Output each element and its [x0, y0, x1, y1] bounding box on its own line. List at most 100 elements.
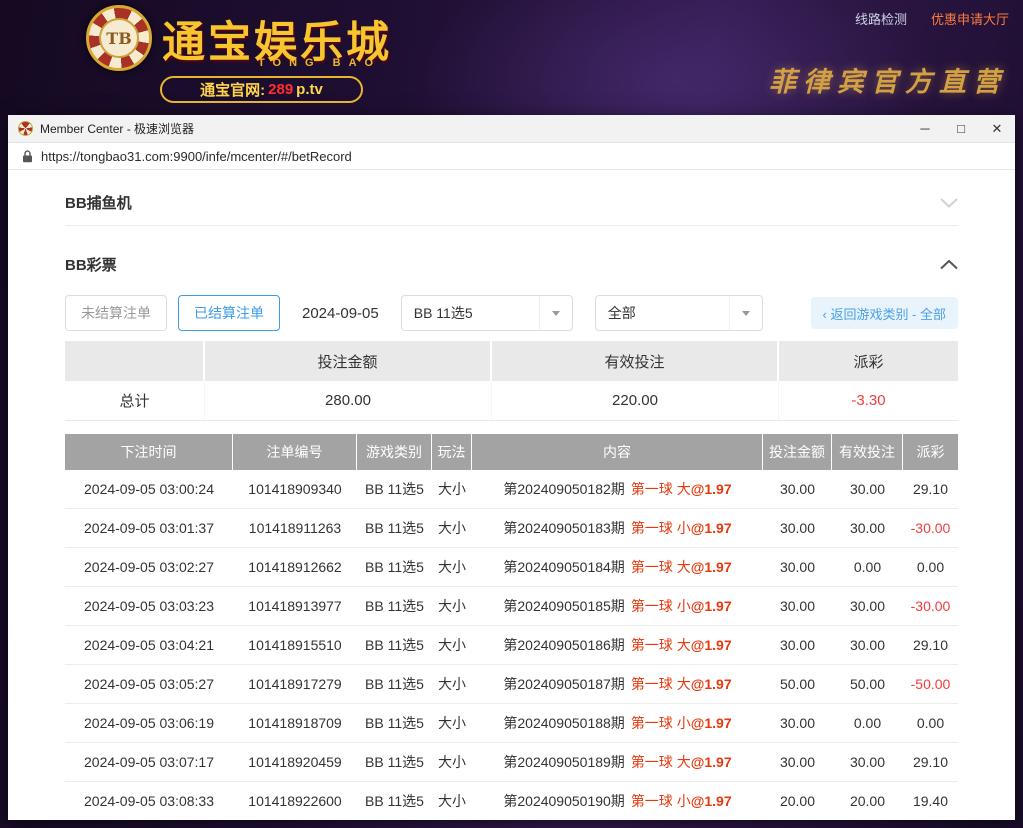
content-period: 第202409050186期: [503, 635, 624, 655]
cell-order-no: 101418922600: [233, 782, 357, 820]
lock-icon: [22, 150, 33, 163]
cell-order-no: 101418917279: [233, 665, 357, 703]
banner-slogan: 菲律宾官方直营: [769, 60, 1007, 99]
header-bet-time: 下注时间: [65, 434, 233, 470]
cell-content: 第202409050187期第一球 大@1.97: [472, 665, 763, 703]
cell-time: 2024-09-05 03:07:17: [65, 743, 233, 781]
cell-bet-amount: 30.00: [763, 743, 832, 781]
cell-valid-bet: 0.00: [832, 548, 903, 586]
cell-order-no: 101418912662: [233, 548, 357, 586]
cell-payout: 29.10: [903, 470, 958, 508]
cell-payout: 29.10: [903, 743, 958, 781]
cell-payout: 29.10: [903, 626, 958, 664]
table-row: 2024-09-05 03:07:17 101418920459 BB 11选5…: [65, 743, 958, 782]
header-valid-bet: 有效投注: [832, 434, 903, 470]
table-row: 2024-09-05 03:00:24 101418909340 BB 11选5…: [65, 470, 958, 509]
cell-game: BB 11选5: [357, 626, 432, 664]
minimize-button[interactable]: ─: [907, 115, 943, 143]
header-content: 内容: [472, 434, 763, 470]
content-pick: 第一球 大: [631, 674, 691, 694]
content-odds: @1.97: [691, 754, 732, 770]
maximize-button[interactable]: □: [943, 115, 979, 143]
cell-play: 大小: [432, 626, 472, 664]
cell-bet-amount: 30.00: [763, 470, 832, 508]
cell-order-no: 101418911263: [233, 509, 357, 547]
content-odds: @1.97: [691, 715, 732, 731]
summary-bet-amount: 280.00: [205, 381, 492, 421]
cell-game: BB 11选5: [357, 509, 432, 547]
cell-valid-bet: 30.00: [832, 470, 903, 508]
chevron-down-icon: [742, 311, 750, 316]
content-period: 第202409050183期: [503, 518, 624, 538]
cell-order-no: 101418918709: [233, 704, 357, 742]
section-lottery-header[interactable]: BB彩票: [65, 254, 958, 275]
banner-links: 线路检测 优惠申请大厅: [855, 9, 1009, 28]
cell-payout: 0.00: [903, 548, 958, 586]
game-select[interactable]: BB 11选5: [401, 295, 573, 331]
summary-payout: -3.30: [779, 381, 958, 421]
cell-payout: 0.00: [903, 704, 958, 742]
header-order-no: 注单编号: [233, 434, 357, 470]
cell-game: BB 11选5: [357, 704, 432, 742]
content-period: 第202409050189期: [503, 752, 624, 772]
cell-content: 第202409050190期第一球 小@1.97: [472, 782, 763, 820]
game-select-arrow: [539, 296, 572, 330]
cell-valid-bet: 30.00: [832, 587, 903, 625]
site-banner: TB 通宝娱乐城 TONG BAO 通宝官网: 289 p.tv 线路检测 优惠…: [0, 0, 1023, 115]
content-pick: 第一球 小: [631, 713, 691, 733]
content-pick: 第一球 大: [631, 635, 691, 655]
section-lottery-label: BB彩票: [65, 254, 117, 275]
link-line-check[interactable]: 线路检测: [855, 9, 907, 28]
cell-valid-bet: 20.00: [832, 782, 903, 820]
cell-order-no: 101418915510: [233, 626, 357, 664]
cell-order-no: 101418913977: [233, 587, 357, 625]
cell-time: 2024-09-05 03:06:19: [65, 704, 233, 742]
cell-time: 2024-09-05 03:03:23: [65, 587, 233, 625]
section-fishing-header[interactable]: BB捕鱼机: [65, 180, 958, 226]
cell-content: 第202409050182期第一球 大@1.97: [472, 470, 763, 508]
address-bar: https://tongbao31.com:9900/infe/mcenter/…: [8, 143, 1015, 170]
summary-total-label: 总计: [65, 381, 205, 421]
settled-bets-button[interactable]: 已结算注单: [178, 295, 280, 331]
cell-time: 2024-09-05 03:01:37: [65, 509, 233, 547]
cell-payout: -30.00: [903, 509, 958, 547]
close-button[interactable]: ✕: [979, 115, 1015, 143]
unsettled-bets-button[interactable]: 未结算注单: [65, 295, 167, 331]
section-fishing-label: BB捕鱼机: [65, 192, 132, 213]
cell-valid-bet: 30.00: [832, 509, 903, 547]
cell-time: 2024-09-05 03:08:33: [65, 782, 233, 820]
header-game-category: 游戏类别: [357, 434, 432, 470]
type-select[interactable]: 全部: [595, 295, 763, 331]
cell-bet-amount: 30.00: [763, 626, 832, 664]
cell-play: 大小: [432, 470, 472, 508]
link-promo-hall[interactable]: 优惠申请大厅: [931, 9, 1009, 28]
summary-valid-bet: 220.00: [492, 381, 779, 421]
bet-table-header: 下注时间 注单编号 游戏类别 玩法 内容 投注金额 有效投注 派彩: [65, 434, 958, 470]
cell-content: 第202409050183期第一球 小@1.97: [472, 509, 763, 547]
content-odds: @1.97: [691, 559, 732, 575]
table-row: 2024-09-05 03:06:19 101418918709 BB 11选5…: [65, 704, 958, 743]
url-field[interactable]: https://tongbao31.com:9900/infe/mcenter/…: [41, 149, 352, 164]
content-period: 第202409050190期: [503, 791, 624, 811]
table-row: 2024-09-05 03:05:27 101418917279 BB 11选5…: [65, 665, 958, 704]
type-select-arrow: [729, 296, 762, 330]
cell-valid-bet: 30.00: [832, 743, 903, 781]
chevron-down-icon: [552, 311, 560, 316]
content-odds: @1.97: [691, 598, 732, 614]
window-titlebar[interactable]: Member Center - 极速浏览器 ─ □ ✕: [8, 115, 1015, 143]
date-picker[interactable]: 2024-09-05: [302, 305, 379, 322]
site-subtitle: TONG BAO: [258, 57, 381, 69]
cell-payout: -50.00: [903, 665, 958, 703]
back-to-category-button[interactable]: ‹ 返回游戏类别 - 全部: [811, 297, 959, 329]
casino-chip-logo-icon: TB: [86, 5, 152, 71]
table-row: 2024-09-05 03:08:33 101418922600 BB 11选5…: [65, 782, 958, 820]
cell-valid-bet: 0.00: [832, 704, 903, 742]
cell-payout: -30.00: [903, 587, 958, 625]
window-controls: ─ □ ✕: [907, 115, 1015, 143]
content-odds: @1.97: [691, 793, 732, 809]
window-title: Member Center - 极速浏览器: [40, 120, 194, 137]
page-content: BB捕鱼机 BB彩票 未结算注单 已结算注单 2024-09-05 BB 11选…: [8, 170, 1015, 820]
content-period: 第202409050184期: [503, 557, 624, 577]
content-odds: @1.97: [691, 637, 732, 653]
official-site-pill[interactable]: 通宝官网: 289 p.tv: [160, 76, 363, 103]
